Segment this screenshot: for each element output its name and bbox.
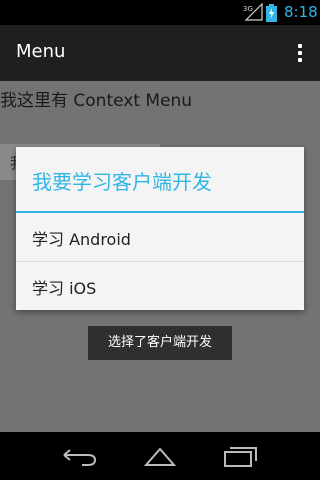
overflow-menu-icon[interactable] [296, 44, 304, 64]
status-time: 8:18 [284, 3, 318, 21]
menu-item-android[interactable]: 学习 Android [16, 213, 304, 261]
status-bar: 3G 8:18 [0, 0, 320, 25]
context-menu-title: 我要学习客户端开发 [32, 170, 212, 194]
menu-item-label: 学习 Android [32, 230, 131, 249]
toast: 选择了客户端开发 [88, 326, 232, 360]
navigation-bar [0, 432, 320, 480]
context-menu-host-text[interactable]: 我这里有 Context Menu [0, 86, 192, 111]
recent-apps-icon[interactable] [222, 445, 258, 467]
menu-item-ios[interactable]: 学习 iOS [16, 262, 304, 310]
signal-3g-icon: 3G [243, 3, 263, 21]
action-bar: Menu [0, 25, 320, 81]
context-menu-dialog: 我要学习客户端开发 学习 Android 学习 iOS [16, 147, 304, 310]
battery-charging-icon [266, 4, 277, 22]
action-bar-title: Menu [16, 41, 66, 62]
menu-item-label: 学习 iOS [32, 279, 97, 298]
back-icon[interactable] [62, 445, 98, 467]
home-icon[interactable] [142, 445, 178, 467]
network-type-label: 3G [243, 5, 253, 13]
